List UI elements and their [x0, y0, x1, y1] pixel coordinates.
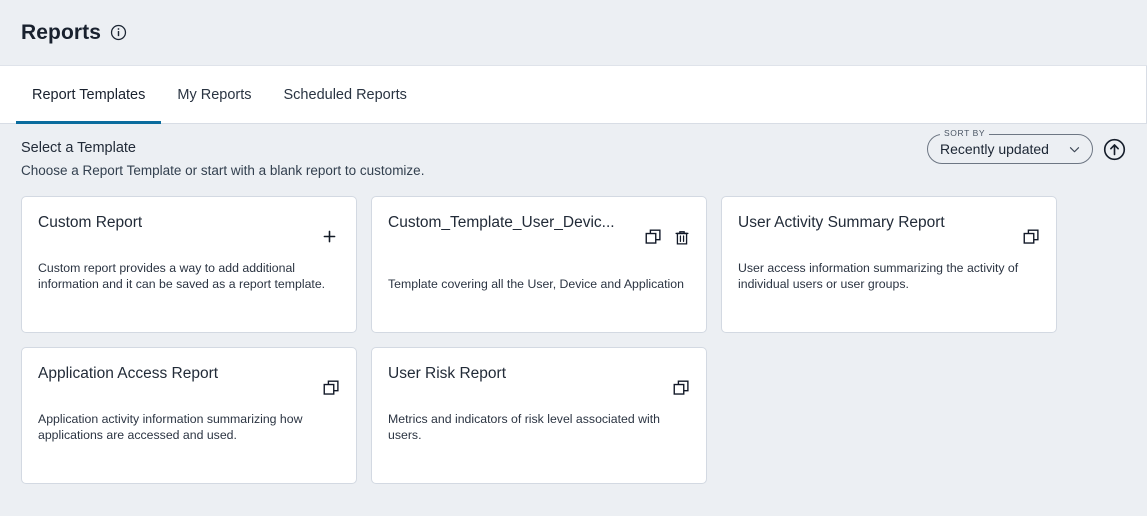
section-title: Select a Template [21, 140, 136, 156]
sort-by-select[interactable]: SORT BY Recently updated [927, 128, 1093, 164]
sort-controls: SORT BY Recently updated [927, 128, 1126, 164]
copy-icon[interactable] [1022, 228, 1041, 247]
sort-by-value: Recently updated [940, 141, 1049, 157]
template-card-user-activity-summary-report[interactable]: User Activity Summary Report User access… [721, 196, 1057, 333]
copy-icon[interactable] [644, 228, 663, 247]
card-title: Custom Report [38, 214, 143, 231]
sort-direction-button[interactable] [1103, 138, 1126, 161]
card-header: User Risk Report [388, 365, 691, 398]
card-actions [644, 228, 691, 247]
tab-my-reports[interactable]: My Reports [161, 66, 267, 123]
card-actions [322, 379, 341, 398]
card-description: Application activity information summari… [38, 412, 303, 442]
card-description: Custom report provides a way to add addi… [38, 261, 326, 291]
section-titles: Select a Template Choose a Report Templa… [21, 140, 424, 178]
card-title: User Activity Summary Report [738, 214, 945, 231]
copy-icon[interactable] [672, 379, 691, 398]
template-card-custom-template-user-device[interactable]: Custom_Template_User_Devic... Template c… [371, 196, 707, 333]
chevron-down-icon [1067, 142, 1082, 157]
section-subtitle: Choose a Report Template or start with a… [21, 163, 425, 178]
page-title: Reports [21, 20, 102, 44]
reports-page: Reports Report Templates My Reports Sche… [0, 0, 1147, 516]
card-header: Custom Report [38, 214, 341, 248]
tab-label: My Reports [177, 86, 252, 103]
template-card-application-access-report[interactable]: Application Access Report Application ac… [21, 347, 357, 484]
card-header: Application Access Report [38, 365, 341, 398]
sort-by-label: SORT BY [940, 128, 990, 138]
copy-icon[interactable] [322, 379, 341, 398]
card-actions [1022, 228, 1041, 247]
template-card-user-risk-report[interactable]: User Risk Report Metrics and indicators … [371, 347, 707, 484]
info-circle-icon[interactable] [110, 24, 127, 41]
card-title: User Risk Report [388, 365, 506, 382]
card-description: User access information summarizing the … [738, 261, 1019, 291]
card-description: Metrics and indicators of risk level ass… [388, 412, 661, 442]
tab-bar: Report Templates My Reports Scheduled Re… [0, 66, 1147, 124]
content-area: Select a Template Choose a Report Templa… [0, 124, 1147, 484]
card-title: Application Access Report [38, 365, 219, 382]
card-description: Template covering all the User, Device a… [388, 276, 684, 291]
trash-icon[interactable] [673, 229, 691, 247]
card-actions [672, 379, 691, 398]
tab-scheduled-reports[interactable]: Scheduled Reports [268, 66, 423, 123]
tab-report-templates[interactable]: Report Templates [16, 66, 162, 124]
card-header: User Activity Summary Report [738, 214, 1041, 247]
section-header: Select a Template Choose a Report Templa… [21, 128, 1126, 178]
tab-label: Scheduled Reports [283, 86, 407, 103]
card-header: Custom_Template_User_Devic... [388, 214, 691, 247]
tab-label: Report Templates [32, 86, 146, 103]
template-card-grid: Custom Report Custom report provides a w… [21, 196, 1126, 484]
template-card-custom-report[interactable]: Custom Report Custom report provides a w… [21, 196, 357, 333]
plus-icon[interactable] [322, 227, 337, 248]
page-header: Reports [0, 0, 1147, 66]
card-title: Custom_Template_User_Devic... [388, 214, 615, 231]
